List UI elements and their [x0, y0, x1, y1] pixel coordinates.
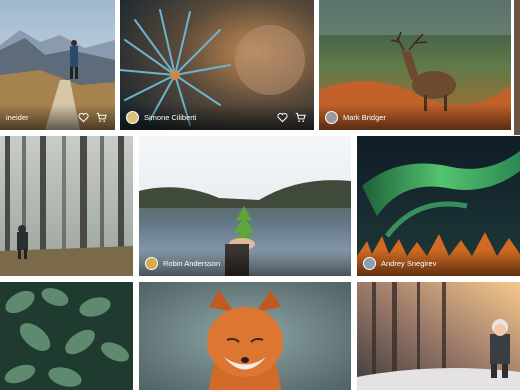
heart-icon[interactable]	[277, 112, 288, 123]
next-photo-edge[interactable]	[514, 0, 520, 135]
avatar[interactable]	[145, 256, 158, 270]
heart-icon[interactable]	[78, 112, 89, 123]
green-leaves-photo	[0, 282, 133, 390]
photo-credit-bar: ineider	[0, 104, 115, 130]
avatar[interactable]	[126, 110, 139, 124]
winter-child-photo	[357, 282, 520, 390]
photo-credit-bar: Mark Bridger	[319, 104, 511, 130]
cart-icon[interactable]	[295, 112, 306, 123]
photo-credit-bar: Simone Ciliberti	[120, 104, 314, 130]
photographer-name[interactable]: ineider	[6, 113, 78, 122]
photo-tile-red-fox[interactable]	[139, 282, 351, 390]
photographer-name[interactable]: Mark Bridger	[343, 113, 505, 122]
photographer-name[interactable]: Simone Ciliberti	[144, 113, 277, 122]
photographer-name[interactable]: Robin Andersson	[163, 259, 345, 268]
red-fox-photo	[139, 282, 351, 390]
avatar[interactable]	[363, 256, 376, 270]
photo-tile-pine-branch[interactable]: Simone Ciliberti	[120, 0, 314, 130]
photo-tile-foggy-forest[interactable]	[0, 136, 133, 276]
photo-actions	[78, 112, 107, 123]
photo-tile-lake-sapling[interactable]: Robin Andersson	[139, 136, 351, 276]
photographer-name[interactable]: Andrey Snegirev	[381, 259, 514, 268]
photo-credit-bar: Robin Andersson	[139, 250, 351, 276]
photo-tile-green-leaves[interactable]	[0, 282, 133, 390]
photo-gallery-grid: ineider Simone Ciliberti Mark Bridger Ro…	[0, 0, 520, 390]
photo-tile-mountain-hiker[interactable]: ineider	[0, 0, 115, 130]
cart-icon[interactable]	[96, 112, 107, 123]
foggy-forest-photo	[0, 136, 133, 276]
photo-tile-winter-child[interactable]	[357, 282, 520, 390]
photo-actions	[277, 112, 306, 123]
photo-credit-bar: Andrey Snegirev	[357, 250, 520, 276]
photo-tile-northern-lights[interactable]: Andrey Snegirev	[357, 136, 520, 276]
avatar[interactable]	[325, 110, 338, 124]
photo-tile-red-deer[interactable]: Mark Bridger	[319, 0, 511, 130]
